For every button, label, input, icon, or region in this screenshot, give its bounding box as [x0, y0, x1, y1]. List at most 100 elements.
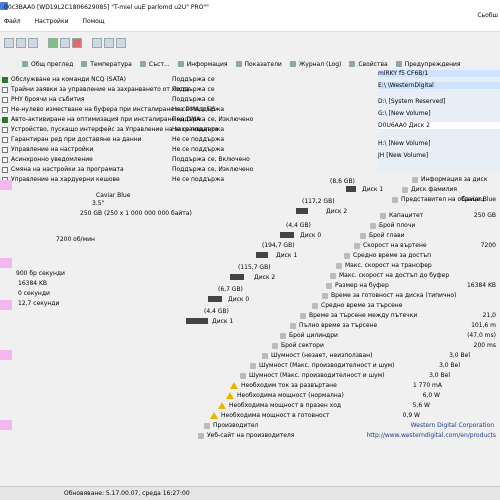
- feature-row[interactable]: Обслужване на команди NCQ (SATA) Поддържа…: [2, 76, 215, 83]
- check-icon[interactable]: [48, 38, 58, 48]
- partition-label: Диск 2: [254, 274, 276, 281]
- warning-icon: [210, 412, 218, 419]
- attribute-value: 250 GB: [473, 212, 496, 219]
- partition-bar: [280, 232, 294, 238]
- drive-icon[interactable]: [16, 38, 26, 48]
- drive-item[interactable]: JH [New Volume]: [378, 152, 500, 159]
- feature-row[interactable]: Управление на хардуерни кешове Не се подд…: [2, 176, 224, 183]
- feature-row[interactable]: Гарантиран ред при доставяне на данни Не …: [2, 136, 224, 143]
- partition-bar: [346, 186, 356, 192]
- attribute-row: Брой сектори: [272, 342, 324, 349]
- settings-icon[interactable]: [60, 38, 70, 48]
- attribute-row: Производител: [204, 422, 258, 429]
- tab-overview[interactable]: Общ преглед: [22, 61, 73, 68]
- feature-row[interactable]: Авто-активиране на оптимизация при инста…: [2, 116, 253, 123]
- attribute-value: 5,6 W: [412, 402, 430, 409]
- disk-icon: [280, 332, 286, 339]
- website-link[interactable]: http://www.westerndigital.com/en/product…: [366, 432, 496, 439]
- feature-row[interactable]: Асинхронно уведомление Поддържа се, Включ…: [2, 156, 250, 163]
- toolbar: [0, 36, 500, 50]
- attribute-row: Уеб-сайт на производителя: [198, 432, 294, 439]
- tab-log[interactable]: Журнал (Log): [289, 61, 341, 68]
- feature-row[interactable]: Трайни заявки за управление на захранван…: [2, 86, 215, 93]
- drive-item[interactable]: D0U6AA0 Диск 2: [378, 122, 500, 129]
- manufacturer-link[interactable]: Western Digital Corporation: [411, 422, 494, 429]
- status-bar: Обновяване: 5.17.00.07, среда 16:27:00: [0, 486, 500, 500]
- partition-label: Диск 0: [300, 232, 322, 239]
- drive-item[interactable]: E:\ \WesternDigital: [378, 82, 500, 89]
- feature-row[interactable]: PHY броячи на събития Поддържа се: [2, 96, 215, 103]
- feature-row[interactable]: Управление на настройки Не се поддържа: [2, 146, 224, 153]
- delete-icon[interactable]: [72, 38, 82, 48]
- drive-item[interactable]: H:\ [New Volume]: [378, 140, 500, 147]
- partition-label: Диск 1: [212, 318, 234, 325]
- drive-item[interactable]: mlRKY f5 CF6B/1: [378, 70, 500, 77]
- checkbox[interactable]: [2, 116, 8, 123]
- row-marker: [0, 258, 12, 268]
- info-icon[interactable]: [104, 38, 114, 48]
- partition-bar: [208, 296, 222, 302]
- disk-icon: [272, 342, 278, 349]
- copy-icon[interactable]: [28, 38, 38, 48]
- feature-row[interactable]: Смяна на настройки за програмата Поддържа…: [2, 166, 253, 173]
- print-icon[interactable]: [116, 38, 126, 48]
- thermometer-icon: [81, 61, 88, 67]
- attribute-row: Пълно време за търсене: [290, 322, 377, 329]
- disk-icon: [326, 282, 332, 289]
- disk-icon: [322, 292, 328, 299]
- tab-status[interactable]: Съст...: [139, 61, 170, 68]
- drive-item[interactable]: D:\ [System Reserved]: [378, 98, 500, 105]
- partition-size: (194,7 GB): [262, 242, 295, 249]
- attribute-value: Caviar Blue: [461, 196, 496, 203]
- chart-icon[interactable]: [92, 38, 102, 48]
- attribute-value: 3,0 Bel: [449, 352, 470, 359]
- attribute-row: Капацитет: [380, 212, 423, 219]
- menu-settings[interactable]: Настройки: [35, 18, 69, 25]
- tab-metrics[interactable]: Показатели: [235, 61, 282, 68]
- attribute-row: Скорост на въртене: [354, 242, 427, 249]
- checkbox[interactable]: [2, 86, 8, 93]
- attribute-value: 101,6 m: [471, 322, 496, 329]
- speaker-icon: [250, 362, 256, 369]
- tab-properties[interactable]: Свойства: [349, 61, 388, 68]
- checkbox[interactable]: [2, 76, 8, 83]
- disk-icon: [300, 312, 306, 319]
- device-value: 900 бр секунди: [16, 270, 65, 277]
- menu-help[interactable]: Помощ: [82, 18, 104, 25]
- checkbox[interactable]: [2, 146, 8, 153]
- disk-icon: [360, 232, 366, 239]
- tab-info[interactable]: Информация: [177, 61, 228, 68]
- info-icon: [177, 61, 184, 67]
- attribute-row: Брой цилиндри: [280, 332, 338, 339]
- partition-size: (117,2 GB): [302, 198, 335, 205]
- checkbox[interactable]: [2, 126, 8, 133]
- disk-icon: [370, 222, 376, 229]
- checkbox[interactable]: [2, 156, 8, 163]
- disk-icon: [354, 242, 360, 249]
- warning-icon: [395, 61, 402, 67]
- disk-icon: [336, 262, 342, 269]
- checkbox[interactable]: [2, 96, 8, 103]
- device-form-factor: 3.5": [92, 200, 105, 207]
- row-marker: [0, 420, 12, 430]
- attribute-row: Шумност (незает, неизползван): [262, 352, 372, 359]
- partition-bar: [296, 208, 308, 214]
- attribute-row: Шумност (Макс. производителност и шум): [250, 362, 395, 369]
- refresh-icon[interactable]: [4, 38, 14, 48]
- attribute-row: Брой глави: [360, 232, 405, 239]
- drive-item[interactable]: G:\ [New Volume]: [378, 110, 500, 117]
- feature-row[interactable]: Не-нулево изместване на буфера при инста…: [2, 106, 224, 113]
- partition-size: (6,7 GB): [218, 286, 243, 293]
- attribute-row: Размер на буфер: [326, 282, 389, 289]
- warning-icon: [218, 402, 226, 409]
- status-icon: [139, 61, 146, 67]
- tab-warnings[interactable]: Предупреждения: [395, 61, 461, 68]
- checkbox[interactable]: [2, 136, 8, 143]
- properties-icon: [349, 61, 356, 67]
- feature-row[interactable]: Устройство, пускащо интерфейс за Управле…: [2, 126, 224, 133]
- checkbox[interactable]: [2, 106, 8, 113]
- partition-label: Диск 1: [362, 186, 384, 193]
- menu-file[interactable]: Файл: [4, 18, 21, 25]
- tab-temperature[interactable]: Температура: [81, 61, 132, 68]
- checkbox[interactable]: [2, 166, 8, 173]
